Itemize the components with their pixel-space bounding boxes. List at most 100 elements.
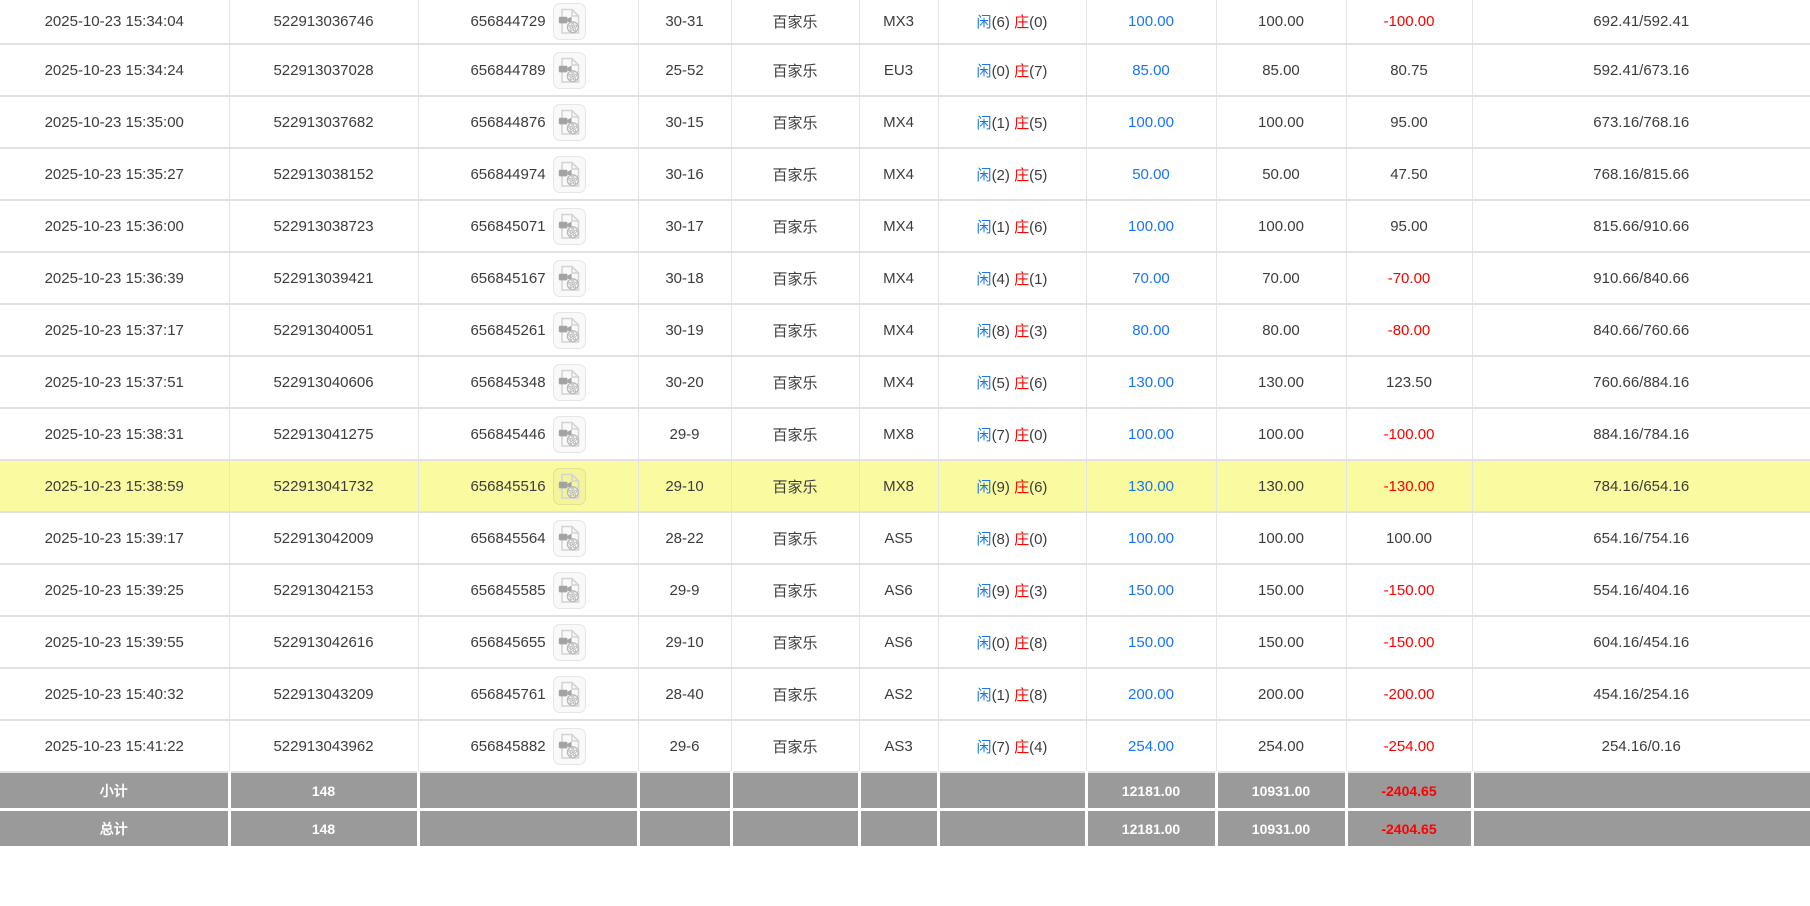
- table-row[interactable]: 2025-10-23 15:36:39 522913039421 6568451…: [0, 252, 1810, 304]
- video-replay-button[interactable]: [553, 312, 586, 349]
- cell-bet-id: 522913041732: [229, 460, 418, 512]
- cell-round-id: 656845446: [418, 408, 638, 460]
- cell-shoe-round: 30-20: [638, 356, 731, 408]
- cell-valid-amount: 70.00: [1216, 252, 1346, 304]
- player-label: 闲: [977, 375, 992, 392]
- win-loss-value: 47.50: [1390, 166, 1428, 183]
- cell-valid-amount: 150.00: [1216, 564, 1346, 616]
- bet-amount-link[interactable]: 100.00: [1128, 218, 1174, 235]
- cell-game-type: 百家乐: [731, 720, 859, 772]
- table-row[interactable]: 2025-10-23 15:41:22 522913043962 6568458…: [0, 720, 1810, 772]
- cell-round-id: 656845564: [418, 512, 638, 564]
- table-row[interactable]: 2025-10-23 15:38:31 522913041275 6568454…: [0, 408, 1810, 460]
- bet-amount-link[interactable]: 70.00: [1132, 270, 1170, 287]
- cell-table-code: MX8: [859, 460, 938, 512]
- video-record-icon: [558, 265, 581, 292]
- table-row[interactable]: 2025-10-23 15:34:04 522913036746 6568447…: [0, 0, 1810, 44]
- footer-total-label: 总计: [0, 810, 229, 847]
- cell-shoe-round: 30-16: [638, 148, 731, 200]
- bet-amount-link[interactable]: 80.00: [1132, 322, 1170, 339]
- banker-label: 庄: [1014, 271, 1029, 288]
- table-row[interactable]: 2025-10-23 15:36:00 522913038723 6568450…: [0, 200, 1810, 252]
- player-label: 闲: [977, 635, 992, 652]
- subtotal-label-text: 小计: [100, 783, 128, 799]
- video-replay-button[interactable]: [553, 676, 586, 713]
- bet-amount-link[interactable]: 150.00: [1128, 582, 1174, 599]
- bet-amount-link[interactable]: 100.00: [1128, 426, 1174, 443]
- cell-result: 闲(1) 庄(6): [938, 200, 1086, 252]
- bet-amount-link[interactable]: 200.00: [1128, 686, 1174, 703]
- player-count: (8): [992, 323, 1010, 340]
- cell-table-code: AS2: [859, 668, 938, 720]
- banker-count: (6): [1029, 479, 1047, 496]
- video-replay-button[interactable]: [553, 208, 586, 245]
- table-code-value: EU3: [884, 62, 913, 79]
- bet-amount-link[interactable]: 130.00: [1128, 478, 1174, 495]
- cell-bet-time: 2025-10-23 15:39:25: [0, 564, 229, 616]
- video-record-icon: [558, 369, 581, 396]
- round-id-wrap: 656844876: [419, 104, 638, 141]
- video-replay-button[interactable]: [553, 104, 586, 141]
- bet-amount-link[interactable]: 85.00: [1132, 62, 1170, 79]
- bet-id-value: 522913043209: [273, 686, 373, 703]
- footer-subtotal-empty-round: [418, 772, 638, 810]
- table-row[interactable]: 2025-10-23 15:35:27 522913038152 6568449…: [0, 148, 1810, 200]
- bet-amount-link[interactable]: 100.00: [1128, 114, 1174, 131]
- total-count-text: 148: [312, 821, 335, 837]
- player-label: 闲: [977, 115, 992, 132]
- table-body: 2025-10-23 15:34:04 522913036746 6568447…: [0, 0, 1810, 772]
- cell-win-loss: -100.00: [1346, 0, 1472, 44]
- player-count: (1): [992, 687, 1010, 704]
- round-id-value: 656845516: [470, 478, 545, 495]
- shoe-round-value: 30-18: [665, 270, 703, 287]
- video-replay-button[interactable]: [553, 572, 586, 609]
- round-id-value: 656845446: [470, 426, 545, 443]
- bet-history-table: 2025-10-23 15:34:04 522913036746 6568447…: [0, 0, 1810, 846]
- bet-amount-link[interactable]: 150.00: [1128, 634, 1174, 651]
- table-row[interactable]: 2025-10-23 15:39:17 522913042009 6568455…: [0, 512, 1810, 564]
- total-bet-text: 12181.00: [1122, 821, 1180, 837]
- cell-bet-time: 2025-10-23 15:37:51: [0, 356, 229, 408]
- video-replay-button[interactable]: [553, 3, 586, 40]
- table-row[interactable]: 2025-10-23 15:37:17 522913040051 6568452…: [0, 304, 1810, 356]
- table-row[interactable]: 2025-10-23 15:35:00 522913037682 6568448…: [0, 96, 1810, 148]
- banker-count: (0): [1029, 531, 1047, 548]
- round-id-value: 656845585: [470, 582, 545, 599]
- banker-label: 庄: [1014, 739, 1029, 756]
- bet-time-value: 2025-10-23 15:37:51: [45, 374, 184, 391]
- video-replay-button[interactable]: [553, 260, 586, 297]
- cell-valid-amount: 50.00: [1216, 148, 1346, 200]
- table-row[interactable]: 2025-10-23 15:34:24 522913037028 6568447…: [0, 44, 1810, 96]
- bet-amount-link[interactable]: 100.00: [1128, 13, 1174, 30]
- table-row[interactable]: 2025-10-23 15:39:25 522913042153 6568455…: [0, 564, 1810, 616]
- table-row[interactable]: 2025-10-23 15:39:55 522913042616 6568456…: [0, 616, 1810, 668]
- bet-amount-link[interactable]: 100.00: [1128, 530, 1174, 547]
- player-label: 闲: [977, 583, 992, 600]
- bet-time-value: 2025-10-23 15:38:59: [45, 478, 184, 495]
- banker-label: 庄: [1014, 635, 1029, 652]
- video-replay-button[interactable]: [553, 624, 586, 661]
- video-replay-button[interactable]: [553, 364, 586, 401]
- bet-time-value: 2025-10-23 15:39:17: [45, 530, 184, 547]
- video-replay-button[interactable]: [553, 416, 586, 453]
- table-row[interactable]: 2025-10-23 15:40:32 522913043209 6568457…: [0, 668, 1810, 720]
- bet-amount-link[interactable]: 50.00: [1132, 166, 1170, 183]
- player-count: (8): [992, 531, 1010, 548]
- cell-balance: 784.16/654.16: [1472, 460, 1810, 512]
- bet-time-value: 2025-10-23 15:34:24: [45, 62, 184, 79]
- valid-amount-value: 100.00: [1258, 426, 1304, 443]
- video-record-icon: [558, 317, 581, 344]
- banker-count: (7): [1029, 63, 1047, 80]
- balance-value: 910.66/840.66: [1593, 270, 1689, 287]
- table-row[interactable]: 2025-10-23 15:37:51 522913040606 6568453…: [0, 356, 1810, 408]
- bet-amount-link[interactable]: 254.00: [1128, 738, 1174, 755]
- video-replay-button[interactable]: [553, 468, 586, 505]
- table-row[interactable]: 2025-10-23 15:38:59 522913041732 6568455…: [0, 460, 1810, 512]
- game-type-value: 百家乐: [772, 583, 817, 600]
- video-replay-button[interactable]: [553, 156, 586, 193]
- video-replay-button[interactable]: [553, 520, 586, 557]
- bet-amount-link[interactable]: 130.00: [1128, 374, 1174, 391]
- video-record-icon: [558, 629, 581, 656]
- video-replay-button[interactable]: [553, 52, 586, 89]
- video-replay-button[interactable]: [553, 728, 586, 765]
